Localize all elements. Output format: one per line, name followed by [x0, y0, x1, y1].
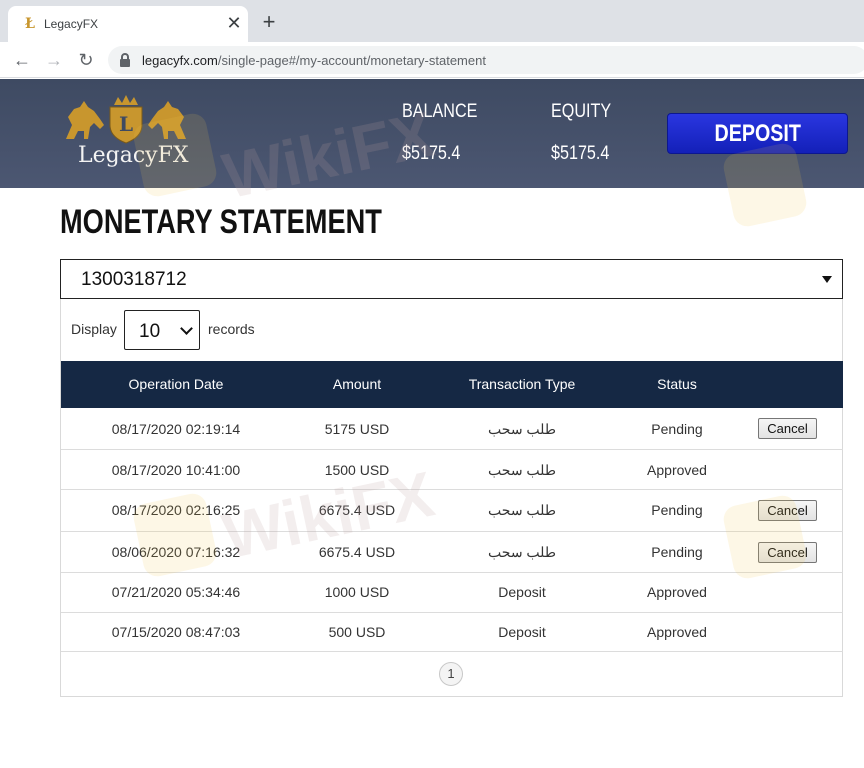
table-row: 08/17/2020 02:19:14 5175 USD طلب سحب Pen…: [61, 408, 843, 450]
row-status: Pending: [651, 421, 703, 437]
cancel-button[interactable]: Cancel: [758, 542, 817, 563]
site-header: L LegacyFX BALANCE $5175.4 EQUITY $5175.…: [0, 79, 864, 188]
row-transaction-type: طلب سحب: [488, 421, 556, 437]
browser-tab[interactable]: Ł LegacyFX ✕: [8, 6, 248, 42]
row-date: 08/17/2020 02:19:14: [111, 421, 241, 437]
row-date: 08/06/2020 07:16:32: [111, 544, 241, 560]
deposit-button[interactable]: DEPOSIT: [667, 113, 848, 154]
row-transaction-type: طلب سحب: [488, 462, 556, 478]
row-date: 08/17/2020 02:16:25: [111, 502, 241, 518]
cancel-button[interactable]: Cancel: [758, 418, 817, 439]
row-date: 07/21/2020 05:34:46: [111, 584, 241, 600]
table-row: 07/15/2020 08:47:03 500 USD Deposit Appr…: [61, 613, 843, 652]
url-host: legacyfx.com: [142, 53, 218, 68]
browser-toolbar: ← → ↻ legacyfx.com/single-page#/my-accou…: [0, 42, 864, 78]
back-arrow-icon[interactable]: ←: [10, 48, 34, 72]
row-status: Approved: [647, 624, 707, 640]
column-header-transaction-type[interactable]: Transaction Type: [469, 376, 576, 392]
row-transaction-type: طلب سحب: [488, 502, 556, 518]
close-tab-icon[interactable]: ✕: [224, 13, 244, 33]
svg-text:L: L: [119, 112, 133, 136]
records-per-page-select[interactable]: 10: [124, 310, 200, 350]
legacyfx-logo[interactable]: L LegacyFX: [60, 95, 192, 171]
row-transaction-type: Deposit: [498, 584, 546, 600]
url-text[interactable]: legacyfx.com/single-page#/my-account/mon…: [142, 53, 486, 68]
equity-label: EQUITY: [551, 101, 612, 122]
page-title: MONETARY STATEMENT: [60, 203, 382, 241]
row-amount: 5175 USD: [324, 421, 390, 437]
chevron-down-icon: [180, 322, 193, 335]
logo-crest-icon: L: [66, 95, 186, 144]
table-row: 08/06/2020 07:16:32 6675.4 USD طلب سحب P…: [61, 532, 843, 573]
table-header: Operation Date Amount Transaction Type S…: [61, 361, 843, 408]
row-date: 07/15/2020 08:47:03: [111, 624, 241, 640]
row-date: 08/17/2020 10:41:00: [111, 462, 241, 478]
records-label: records: [208, 321, 255, 337]
row-amount: 1500 USD: [324, 462, 390, 478]
table-row: 07/21/2020 05:34:46 1000 USD Deposit App…: [61, 573, 843, 613]
row-amount: 6675.4 USD: [318, 544, 396, 560]
pagination-page-button[interactable]: 1: [439, 662, 463, 686]
cancel-button[interactable]: Cancel: [758, 500, 817, 521]
url-path: /single-page#/my-account/monetary-statem…: [217, 53, 486, 68]
row-amount: 1000 USD: [324, 584, 390, 600]
row-status: Pending: [651, 544, 703, 560]
statement-panel: Display 10 records Operation Date Amount…: [60, 299, 843, 697]
row-status: Pending: [651, 502, 703, 518]
row-status: Approved: [647, 462, 707, 478]
table-row: 08/17/2020 02:16:25 6675.4 USD طلب سحب P…: [61, 490, 843, 532]
forward-arrow-icon[interactable]: →: [42, 48, 66, 72]
address-bar[interactable]: legacyfx.com/single-page#/my-account/mon…: [108, 46, 864, 74]
balance-value: $5175.4: [402, 143, 461, 164]
column-header-amount[interactable]: Amount: [333, 376, 381, 392]
browser-tab-bar: Ł LegacyFX ✕ +: [0, 0, 864, 42]
table-row: 08/17/2020 10:41:00 1500 USD طلب سحب App…: [61, 450, 843, 490]
balance-label: BALANCE: [402, 101, 478, 122]
reload-icon[interactable]: ↻: [74, 48, 98, 72]
row-amount: 500 USD: [328, 624, 386, 640]
account-select-value: 1300318712: [81, 269, 187, 290]
display-label: Display: [71, 321, 117, 337]
row-transaction-type: طلب سحب: [488, 544, 556, 560]
logo-text: LegacyFX: [78, 143, 189, 168]
column-header-operation-date[interactable]: Operation Date: [129, 376, 224, 392]
account-select[interactable]: 1300318712: [60, 259, 843, 299]
tab-title: LegacyFX: [44, 17, 99, 31]
legacyfx-favicon-icon: Ł: [25, 16, 35, 32]
row-amount: 6675.4 USD: [318, 502, 396, 518]
deposit-button-label: DEPOSIT: [714, 120, 801, 147]
equity-value: $5175.4: [551, 143, 610, 164]
new-tab-icon[interactable]: +: [258, 11, 280, 33]
records-per-page-value: 10: [139, 321, 161, 342]
row-status: Approved: [647, 584, 707, 600]
lock-icon[interactable]: [120, 53, 130, 67]
column-header-status[interactable]: Status: [657, 376, 697, 392]
row-transaction-type: Deposit: [498, 624, 546, 640]
caret-down-icon: [822, 276, 832, 283]
